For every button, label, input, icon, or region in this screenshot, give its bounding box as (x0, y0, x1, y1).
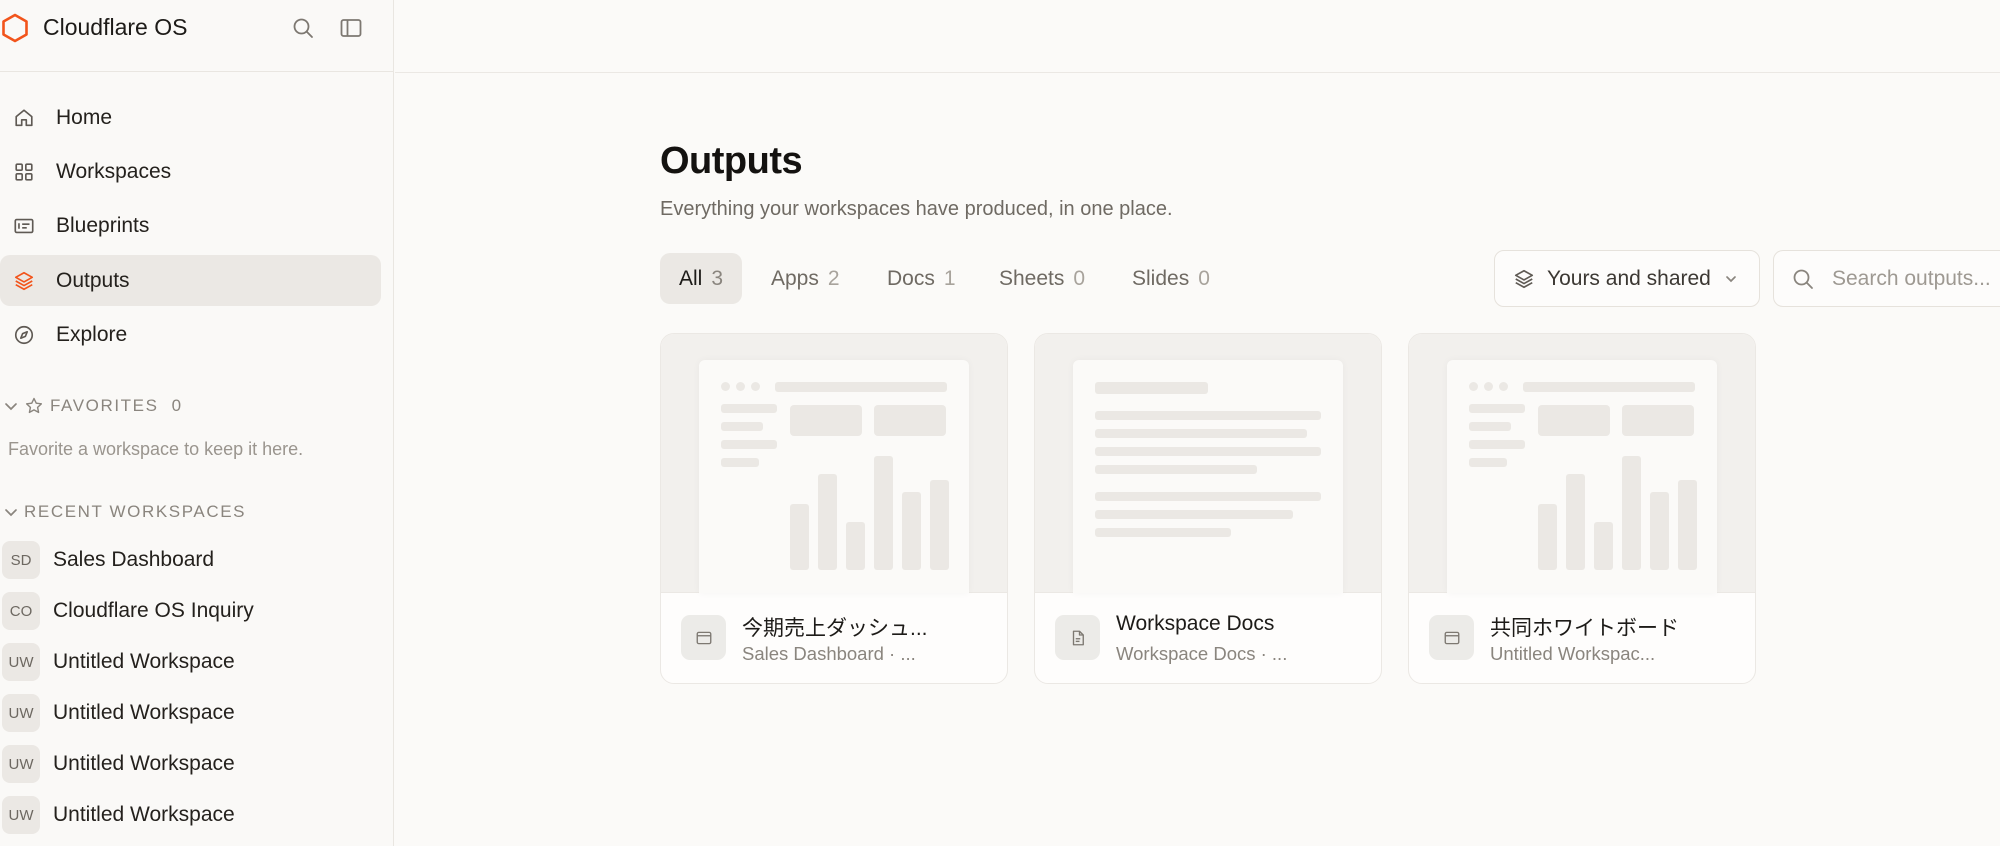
top-bar (395, 0, 2000, 73)
tab-count: 1 (943, 266, 956, 290)
search-input[interactable] (1832, 265, 2000, 293)
workspace-avatar: SD (2, 541, 40, 579)
dashboard-preview (1447, 360, 1717, 593)
compass-icon (12, 323, 36, 347)
nav-item-home[interactable]: Home (0, 92, 381, 143)
recent-workspace-item[interactable]: CO Cloudflare OS Inquiry (0, 589, 381, 633)
workspace-avatar: UW (2, 745, 40, 783)
nav-item-blueprints[interactable]: Blueprints (0, 200, 381, 251)
workspace-name: Sales Dashboard (53, 548, 215, 571)
nav-label: Blueprints (56, 213, 150, 237)
document-preview (1073, 360, 1343, 593)
favorites-section-header[interactable]: FAVORITES 0 (0, 396, 181, 416)
recent-workspace-item[interactable]: UW Untitled Workspace (0, 742, 381, 786)
sidebar-toggle-icon[interactable] (337, 14, 365, 42)
output-thumbnail (1409, 334, 1755, 593)
grid-icon (12, 160, 36, 184)
blueprint-icon (12, 214, 36, 238)
search-icon (1793, 269, 1813, 289)
workspace-name: Untitled Workspace (53, 803, 235, 826)
search-outputs (1773, 250, 2000, 307)
output-title: 共同ホワイトボード (1490, 617, 1679, 640)
page-subtitle: Everything your workspaces have produced… (660, 198, 1173, 220)
tab-label: Sheets (999, 266, 1065, 290)
recent-workspace-item[interactable]: UW Untitled Workspace (0, 793, 381, 837)
tab-label: Apps (771, 266, 819, 290)
output-card[interactable]: 共同ホワイトボード Untitled Workspac... (1408, 333, 1756, 684)
home-icon (12, 106, 36, 130)
workspace-name: Cloudflare OS Inquiry (53, 599, 254, 622)
chevron-down-icon (5, 509, 17, 517)
output-card[interactable]: Workspace Docs Workspace Docs · ... (1034, 333, 1382, 684)
nav-label: Home (56, 105, 113, 129)
tab-label: Slides (1132, 266, 1190, 290)
tab-apps[interactable]: Apps 2 (752, 253, 859, 304)
output-title: Workspace Docs (1116, 612, 1275, 635)
tab-all[interactable]: All 3 (660, 253, 743, 304)
output-title: 今期売上ダッシュ... (742, 617, 928, 640)
star-icon (25, 397, 43, 414)
workspace-name: Untitled Workspace (53, 752, 235, 775)
favorites-label: FAVORITES (50, 396, 159, 415)
tab-sheets[interactable]: Sheets 0 (980, 253, 1104, 304)
sidebar: Cloudflare OS Home Workspaces Blueprints… (0, 0, 394, 846)
layers-icon (1514, 269, 1534, 289)
dashboard-preview (699, 360, 969, 593)
chevron-down-icon (5, 403, 17, 411)
recent-workspace-item[interactable]: UW Untitled Workspace (0, 691, 381, 735)
output-subtitle: Untitled Workspac... (1490, 643, 1656, 664)
workspace-avatar: UW (2, 643, 40, 681)
nav-label: Outputs (56, 268, 130, 292)
ownership-filter-dropdown[interactable]: Yours and shared (1494, 250, 1760, 307)
search-icon[interactable] (289, 14, 317, 42)
workspace-avatar: UW (2, 796, 40, 834)
tab-count: 0 (1198, 266, 1210, 290)
nav-item-outputs[interactable]: Outputs (0, 255, 381, 306)
layers-icon (12, 269, 36, 293)
tab-count: 0 (1073, 266, 1086, 290)
recent-workspace-item[interactable]: UW Untitled Workspace (0, 640, 381, 684)
sidebar-header: Cloudflare OS (0, 0, 394, 72)
output-card[interactable]: 今期売上ダッシュ... Sales Dashboard · ... (660, 333, 1008, 684)
app-window-icon (681, 615, 726, 660)
favorites-empty-text: Favorite a workspace to keep it here. (8, 439, 304, 459)
app-window-icon (1429, 615, 1474, 660)
nav-label: Workspaces (56, 159, 172, 183)
workspace-name: Untitled Workspace (53, 701, 235, 724)
tab-count: 2 (827, 266, 840, 290)
output-thumbnail (661, 334, 1007, 593)
output-subtitle: Workspace Docs · ... (1116, 643, 1288, 664)
document-icon (1055, 615, 1100, 660)
page-title: Outputs (660, 140, 803, 182)
chevron-down-icon (1726, 276, 1736, 283)
recent-workspaces-label: RECENT WORKSPACES (24, 502, 247, 521)
cloudflare-logo-icon (2, 13, 28, 43)
favorites-count: 0 (171, 396, 182, 415)
nav-item-explore[interactable]: Explore (0, 309, 381, 360)
tab-docs[interactable]: Docs 1 (868, 253, 975, 304)
nav-item-workspaces[interactable]: Workspaces (0, 146, 381, 197)
tab-count: 3 (711, 266, 724, 290)
filter-label: Yours and shared (1547, 267, 1711, 290)
tab-label: Docs (887, 266, 935, 290)
workspace-avatar: UW (2, 694, 40, 732)
tab-label: All (679, 266, 703, 290)
output-thumbnail (1035, 334, 1381, 593)
nav-label: Explore (56, 322, 128, 346)
tab-slides[interactable]: Slides 0 (1113, 253, 1229, 304)
output-subtitle: Sales Dashboard · ... (742, 643, 916, 664)
brand-name: Cloudflare OS (43, 14, 188, 40)
workspace-avatar: CO (2, 592, 40, 630)
recent-workspaces-section-header[interactable]: RECENT WORKSPACES (0, 502, 246, 522)
recent-workspace-item[interactable]: SD Sales Dashboard (0, 538, 381, 582)
workspace-name: Untitled Workspace (53, 650, 235, 673)
